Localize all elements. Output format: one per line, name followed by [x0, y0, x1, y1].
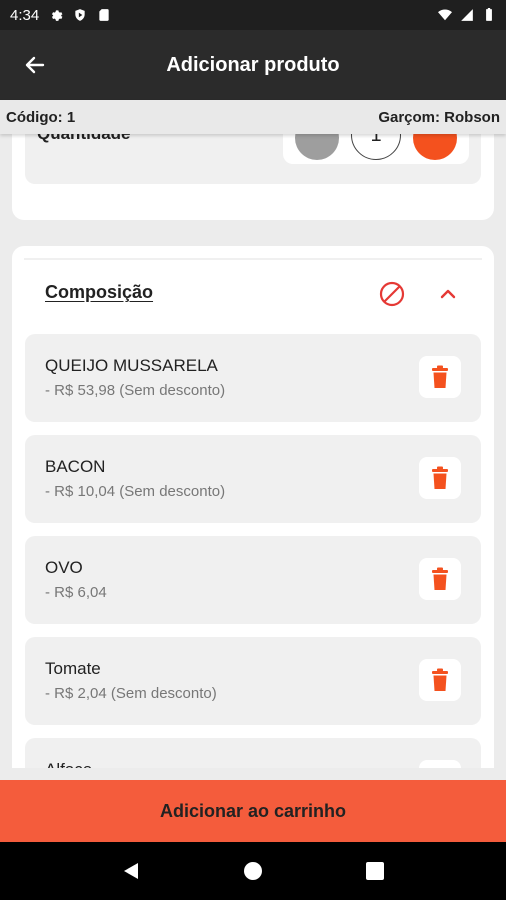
nav-recents-icon[interactable] [365, 861, 385, 881]
app-bar: Adicionar produto [0, 30, 506, 100]
back-button[interactable] [0, 30, 70, 100]
delete-button[interactable] [419, 760, 461, 768]
composition-title: Composição [45, 282, 154, 302]
status-time: 4:34 [10, 6, 40, 24]
list-item: Tomate - R$ 2,04 (Sem desconto) [25, 637, 481, 725]
item-price: - R$ 53,98 (Sem desconto) [45, 382, 226, 399]
trash-icon [432, 567, 448, 590]
item-name: Alface [45, 760, 92, 768]
nav-back-icon[interactable] [121, 861, 141, 881]
nav-home-icon[interactable] [243, 861, 263, 881]
order-info-bar: Código: 1 Garçom: Robson [0, 100, 506, 134]
list-item: Alface [25, 738, 481, 768]
item-name: QUEIJO MUSSARELA [45, 356, 218, 375]
waiter-name: Garçom: Robson [378, 108, 500, 126]
settings-icon [52, 10, 63, 21]
list-item: BACON - R$ 10,04 (Sem desconto) [25, 435, 481, 523]
delete-button[interactable] [419, 356, 461, 398]
add-to-cart-button[interactable]: Adicionar ao carrinho [0, 780, 506, 842]
page-title: Adicionar produto [166, 53, 340, 76]
delete-button[interactable] [419, 457, 461, 499]
list-item: OVO - R$ 6,04 [25, 536, 481, 624]
trash-icon [432, 365, 448, 388]
item-name: OVO [45, 558, 83, 577]
wifi-icon [438, 9, 452, 21]
status-bar: 4:34 [0, 0, 506, 30]
list-item: QUEIJO MUSSARELA - R$ 53,98 (Sem descont… [25, 334, 481, 422]
item-name: BACON [45, 457, 106, 476]
composition-card: Composição QUEIJO MUSSARELA - R$ 53,98 (… [12, 246, 494, 768]
block-icon[interactable] [378, 280, 406, 308]
battery-icon [486, 8, 492, 21]
signal-icon [461, 9, 473, 21]
delete-button[interactable] [419, 659, 461, 701]
order-code: Código: 1 [6, 108, 76, 126]
trash-icon [432, 466, 448, 489]
trash-icon [432, 668, 448, 691]
back-arrow-icon [25, 56, 45, 74]
delete-button[interactable] [419, 558, 461, 600]
item-price: - R$ 6,04 [45, 584, 107, 601]
divider [24, 258, 482, 260]
item-price: - R$ 10,04 (Sem desconto) [45, 483, 226, 500]
item-name: Tomate [45, 659, 101, 678]
item-price: - R$ 2,04 (Sem desconto) [45, 685, 217, 702]
sd-card-icon [99, 9, 109, 21]
content-scroll[interactable]: Quantidade 1 Composição QUEIJO MUSSARELA… [0, 100, 506, 768]
shield-icon [75, 9, 85, 21]
chevron-up-icon[interactable] [434, 280, 462, 308]
system-nav-bar [0, 842, 506, 900]
